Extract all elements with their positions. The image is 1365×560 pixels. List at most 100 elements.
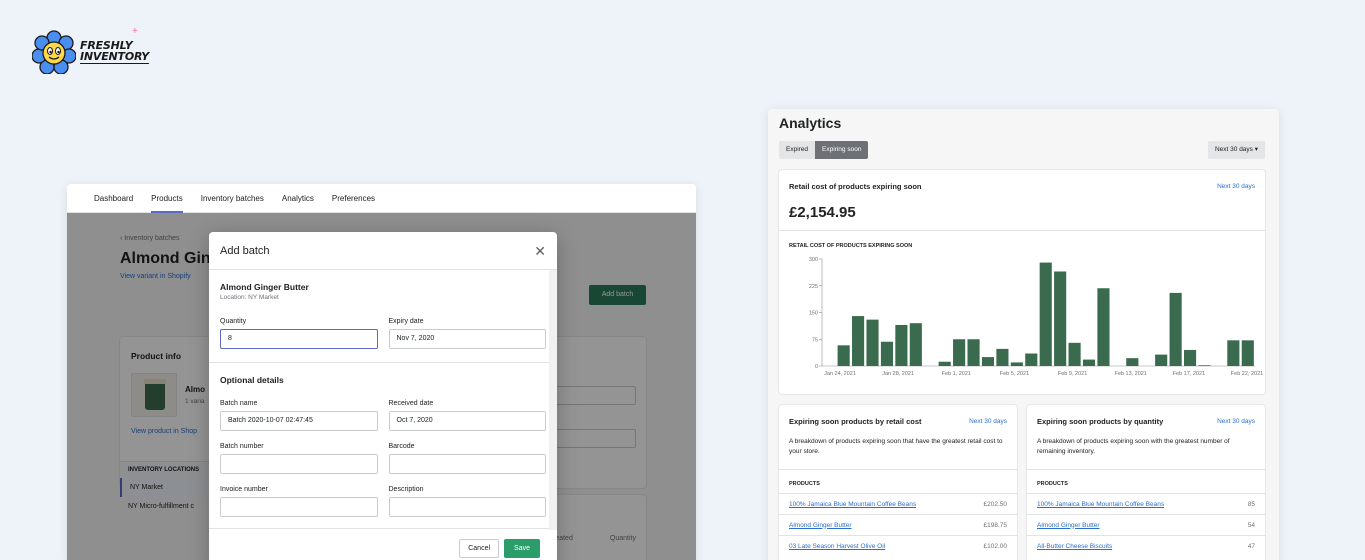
chart-bar bbox=[1025, 353, 1038, 366]
chart-bar bbox=[1155, 354, 1168, 366]
modal-location: Location: NY Market bbox=[220, 294, 279, 301]
by-cost-products-header: PRODUCTS bbox=[789, 481, 820, 487]
chart-bar bbox=[866, 319, 879, 366]
chart-bar bbox=[895, 324, 908, 366]
by-cost-list: 100% Jamaica Blue Mountain Coffee Beans £… bbox=[779, 493, 1017, 556]
chart-bar bbox=[1039, 262, 1052, 366]
product-link[interactable]: 100% Jamaica Blue Mountain Coffee Beans bbox=[789, 501, 916, 508]
by-quantity-list: 100% Jamaica Blue Mountain Coffee Beans 8… bbox=[1027, 493, 1265, 556]
by-quantity-card: Expiring soon products by quantity Next … bbox=[1027, 405, 1265, 560]
y-tick-label: 225 bbox=[809, 284, 818, 290]
barcode-label: Barcode bbox=[388, 443, 415, 450]
chart-bar bbox=[1097, 288, 1110, 366]
x-tick-label: Feb 9, 2021 bbox=[1058, 371, 1087, 377]
range-dropdown[interactable]: Next 30 days ▾ bbox=[1207, 141, 1265, 159]
x-tick-label: Jan 28, 2021 bbox=[882, 371, 914, 377]
optional-details-section: Optional details Batch name Batch 2020-1… bbox=[209, 363, 557, 529]
modal-title: Add batch bbox=[220, 244, 270, 257]
nav-products[interactable]: Products bbox=[151, 184, 183, 213]
product-row: 100% Jamaica Blue Mountain Coffee Beans £… bbox=[779, 493, 1017, 514]
batch-name-label: Batch name bbox=[220, 400, 258, 407]
y-tick-label: 0 bbox=[815, 364, 818, 370]
chart-bar bbox=[1068, 342, 1081, 366]
x-tick-label: Feb 5, 2021 bbox=[1000, 371, 1029, 377]
product-row: Almond Ginger Butter £198.75 bbox=[779, 514, 1017, 535]
barcode-input[interactable] bbox=[388, 454, 546, 474]
sparkle-icon: + bbox=[132, 26, 138, 37]
modal-scrollbar[interactable] bbox=[549, 270, 557, 530]
product-row: 03 Late Season Harvest Olive Oil £102.00 bbox=[779, 535, 1017, 556]
by-quantity-range-link[interactable]: Next 30 days bbox=[1217, 418, 1255, 425]
invoice-number-input[interactable] bbox=[220, 497, 378, 517]
batch-name-input[interactable]: Batch 2020-10-07 02:47:45 bbox=[220, 411, 378, 431]
x-tick-label: Feb 17, 2021 bbox=[1173, 371, 1205, 377]
chart-bar bbox=[1126, 358, 1139, 366]
add-batch-modal: Add batch ✕ Almond Ginger Butter Locatio… bbox=[209, 232, 557, 560]
x-tick-label: Jan 24, 2021 bbox=[824, 371, 856, 377]
close-icon[interactable]: ✕ bbox=[534, 244, 546, 258]
tab-expired[interactable]: Expired bbox=[779, 141, 816, 159]
product-row: All-Butter Cheese Biscuits 47 bbox=[1027, 535, 1265, 556]
brand-line-2: INVENTORY bbox=[80, 50, 150, 64]
chart-bar bbox=[938, 361, 951, 366]
brand-logo: FRESHLY INVENTORY + bbox=[32, 26, 150, 74]
analytics-window: Analytics Expired Expiring soon Next 30 … bbox=[768, 109, 1279, 560]
product-row: Almond Ginger Butter 54 bbox=[1027, 514, 1265, 535]
product-link[interactable]: Almond Ginger Butter bbox=[1037, 522, 1100, 529]
modal-footer: Cancel Save bbox=[209, 531, 557, 560]
y-tick-label: 150 bbox=[809, 311, 818, 317]
tab-expiring-soon[interactable]: Expiring soon bbox=[815, 141, 869, 159]
product-value: £198.75 bbox=[983, 521, 1008, 529]
nav-preferences[interactable]: Preferences bbox=[332, 184, 375, 213]
chart-bar bbox=[981, 357, 995, 366]
description-input[interactable] bbox=[388, 497, 546, 517]
expiry-date-input[interactable]: Nov 7, 2020 bbox=[388, 329, 546, 349]
product-link[interactable]: Almond Ginger Butter bbox=[789, 522, 852, 529]
retail-cost-range-link[interactable]: Next 30 days bbox=[1217, 183, 1255, 190]
chart-bar bbox=[953, 339, 966, 366]
batch-number-input[interactable] bbox=[220, 454, 378, 474]
x-tick-label: Feb 22, 2021 bbox=[1231, 371, 1263, 377]
by-cost-range-link[interactable]: Next 30 days bbox=[969, 418, 1007, 425]
cancel-button[interactable]: Cancel bbox=[459, 539, 500, 558]
quantity-label: Quantity bbox=[220, 318, 247, 325]
batch-number-label: Batch number bbox=[220, 443, 264, 450]
chart-bar bbox=[1227, 340, 1240, 366]
modal-product-name: Almond Ginger Butter bbox=[220, 282, 309, 292]
chart-bar bbox=[1198, 365, 1211, 366]
chart-title: RETAIL COST OF PRODUCTS EXPIRING SOON bbox=[789, 243, 912, 249]
product-link[interactable]: 100% Jamaica Blue Mountain Coffee Beans bbox=[1037, 501, 1164, 508]
nav-dashboard[interactable]: Dashboard bbox=[94, 184, 133, 213]
product-link[interactable]: 03 Late Season Harvest Olive Oil bbox=[789, 543, 885, 550]
by-quantity-title: Expiring soon products by quantity bbox=[1037, 417, 1164, 426]
nav-analytics[interactable]: Analytics bbox=[282, 184, 314, 213]
received-date-input[interactable]: Oct 7, 2020 bbox=[388, 411, 546, 431]
analytics-tabs: Expired Expiring soon bbox=[779, 141, 869, 159]
received-date-label: Received date bbox=[388, 400, 434, 407]
by-cost-card: Expiring soon products by retail cost Ne… bbox=[779, 405, 1017, 560]
chart-bar bbox=[996, 348, 1009, 366]
invoice-number-label: Invoice number bbox=[220, 486, 268, 493]
product-value: £102.00 bbox=[983, 542, 1008, 550]
product-value: £202.50 bbox=[983, 500, 1008, 508]
product-value: 47 bbox=[1247, 542, 1255, 550]
save-button[interactable]: Save bbox=[504, 539, 540, 558]
y-tick-label: 300 bbox=[809, 257, 818, 263]
by-cost-description: A breakdown of products expiring soon th… bbox=[789, 438, 1003, 455]
optional-details-title: Optional details bbox=[220, 375, 284, 385]
x-tick-label: Feb 13, 2021 bbox=[1115, 371, 1147, 377]
expiry-label: Expiry date bbox=[388, 318, 424, 325]
by-cost-title: Expiring soon products by retail cost bbox=[789, 417, 922, 426]
chart-bar bbox=[1241, 340, 1254, 366]
x-tick-label: Feb 1, 2021 bbox=[942, 371, 971, 377]
retail-cost-chart: RETAIL COST OF PRODUCTS EXPIRING SOON 0 75… bbox=[789, 243, 1263, 377]
quantity-input[interactable]: 8 bbox=[220, 329, 378, 349]
by-quantity-description: A breakdown of products expiring soon wi… bbox=[1037, 438, 1230, 455]
batch-main-section: Almond Ginger Butter Location: NY Market… bbox=[209, 270, 557, 363]
chart-bar bbox=[1082, 359, 1096, 366]
product-link[interactable]: All-Butter Cheese Biscuits bbox=[1037, 543, 1112, 550]
chart-bar bbox=[852, 316, 865, 366]
nav-inventory-batches[interactable]: Inventory batches bbox=[201, 184, 264, 213]
chart-bar bbox=[1054, 271, 1067, 366]
analytics-title: Analytics bbox=[779, 115, 842, 131]
